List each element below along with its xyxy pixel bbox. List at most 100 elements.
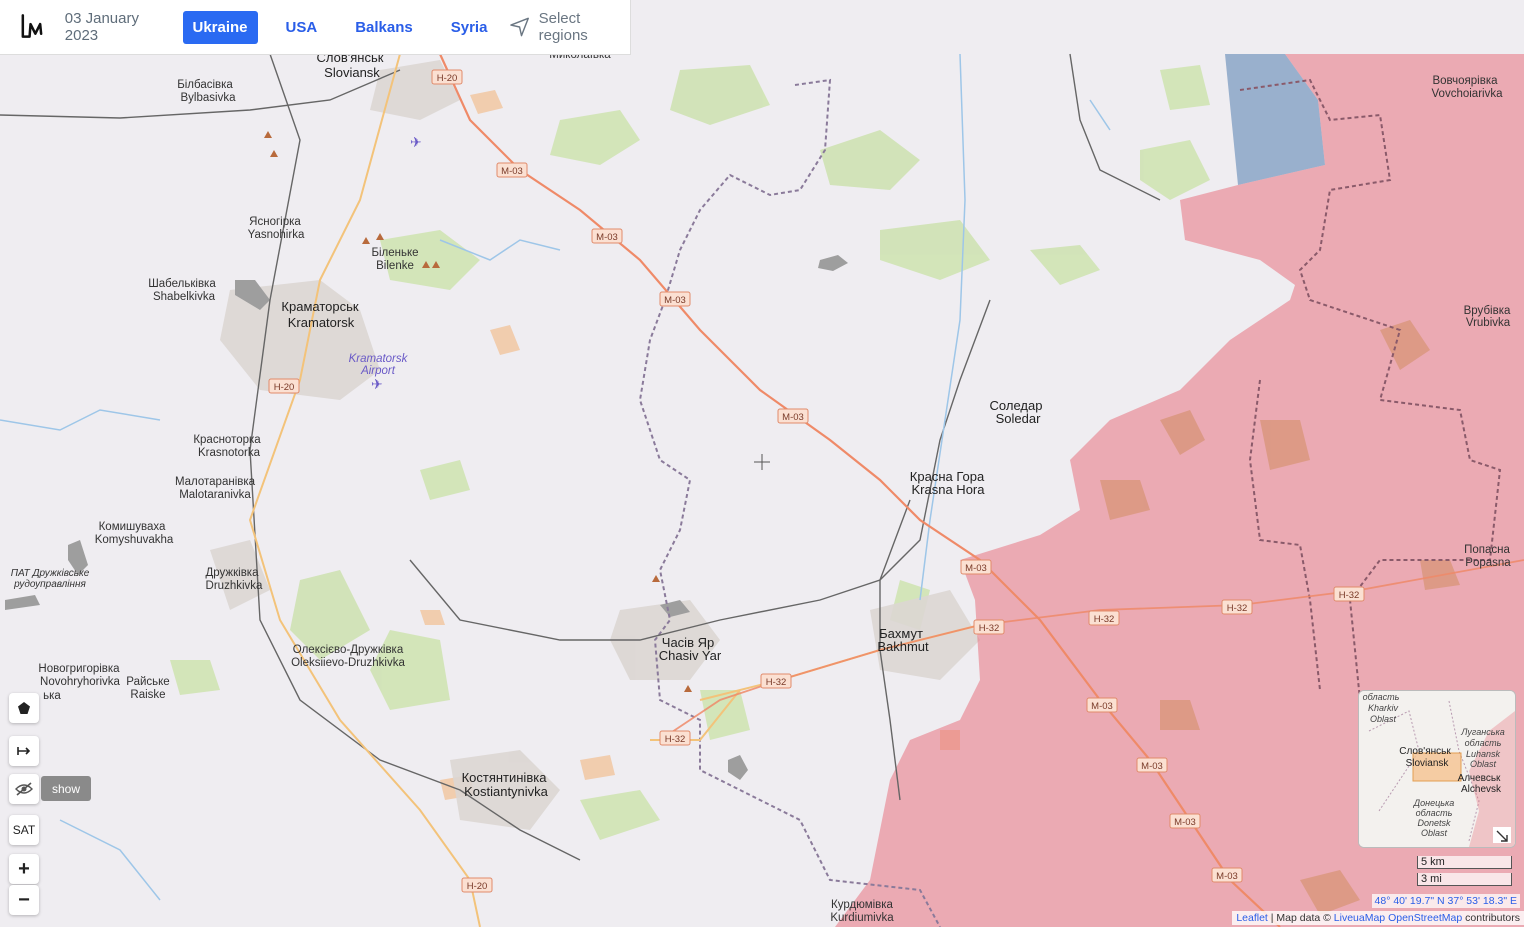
airport-icon: ✈ <box>371 376 383 392</box>
scale-km: 5 km <box>1417 856 1512 869</box>
svg-text:Луганська: Луганська <box>1460 727 1504 737</box>
show-button[interactable]: show <box>41 776 91 801</box>
liveuamap-link[interactable]: LiveuaMap <box>1334 912 1385 924</box>
tab-usa[interactable]: USA <box>276 11 328 44</box>
road-label-h20: H-20 <box>268 378 300 394</box>
place-label: ька <box>43 690 61 702</box>
draw-polygon-button[interactable] <box>9 693 39 723</box>
svg-text:Luhansk: Luhansk <box>1466 749 1501 759</box>
road-label-m03: M-03 <box>1211 867 1243 883</box>
svg-text:H-32: H-32 <box>1094 614 1115 625</box>
zoom-in-button[interactable]: + <box>9 854 39 884</box>
place-label: Shabelkivka <box>153 291 216 303</box>
road-label-h20: H-20 <box>461 877 493 893</box>
place-label: Kramatorsk <box>288 315 355 330</box>
tab-balkans[interactable]: Balkans <box>345 11 423 44</box>
svg-text:Oblast: Oblast <box>1470 759 1497 769</box>
place-label: Komyshuvakha <box>95 534 174 546</box>
place-label: Sloviansk <box>324 65 380 80</box>
place-label: Райське <box>126 676 169 688</box>
pentagon-icon <box>18 702 30 714</box>
place-label: Kostiantynivka <box>464 784 549 799</box>
svg-text:H-32: H-32 <box>979 623 1000 634</box>
svg-text:H-32: H-32 <box>1339 590 1360 601</box>
place-label: Вовчоярівка <box>1432 75 1498 87</box>
place-label: Yasnohirka <box>248 229 305 241</box>
place-label: Красноторка <box>193 434 261 446</box>
zoom-out-button[interactable]: − <box>9 885 39 915</box>
satellite-toggle-button[interactable]: SAT <box>9 815 39 845</box>
current-date[interactable]: 03 January 2023 <box>65 10 173 44</box>
svg-text:M-03: M-03 <box>1091 701 1113 712</box>
place-label: Bylbasivka <box>181 92 237 104</box>
arrow-right-bar-icon <box>17 747 31 755</box>
place-label: Vovchoiarivka <box>1432 88 1504 100</box>
svg-text:Слов'янськ: Слов'янськ <box>1399 746 1451 757</box>
place-label: Krasna Hora <box>912 482 986 497</box>
svg-text:M-03: M-03 <box>596 232 618 243</box>
svg-text:H-20: H-20 <box>467 881 488 892</box>
svg-text:H-20: H-20 <box>437 73 458 84</box>
tab-syria[interactable]: Syria <box>441 11 498 44</box>
svg-text:M-03: M-03 <box>1141 761 1163 772</box>
road-label-h32: H-32 <box>1088 610 1120 626</box>
place-label: Врубівка <box>1464 305 1511 317</box>
place-label: Новогригорівка <box>38 663 120 675</box>
road-label-m03: M-03 <box>496 162 528 178</box>
svg-text:M-03: M-03 <box>782 412 804 423</box>
svg-text:область: область <box>1465 738 1502 748</box>
hide-layer-button[interactable] <box>9 774 39 804</box>
svg-text:Donetsk: Donetsk <box>1417 818 1451 828</box>
place-label: Kramatorsk <box>349 353 409 365</box>
road-label-m03: M-03 <box>777 408 809 424</box>
place-label: рудоуправління <box>13 579 86 590</box>
road-label-h32: H-32 <box>1333 586 1365 602</box>
place-label: Krasnotorka <box>198 447 261 459</box>
place-label: Ясногірка <box>249 216 301 228</box>
road-label-m03: M-03 <box>1169 813 1201 829</box>
place-label: ПАТ Дружківське <box>11 568 90 579</box>
road-label-h32: H-32 <box>760 673 792 689</box>
leaflet-link[interactable]: Leaflet <box>1236 912 1268 924</box>
svg-text:M-03: M-03 <box>1174 817 1196 828</box>
place-label: Druzhkivka <box>206 580 263 592</box>
cursor-coordinates: 48° 40' 19.7" N 37° 53' 18.3" E <box>1371 894 1520 908</box>
svg-text:M-03: M-03 <box>965 563 987 574</box>
minimap[interactable]: область Kharkiv Oblast Луганська область… <box>1358 690 1516 848</box>
attribution-separator: | Map data © <box>1267 912 1334 924</box>
select-regions-label: Select regions <box>538 10 588 44</box>
select-regions-button[interactable]: Select regions <box>509 10 630 44</box>
place-label: Raiske <box>130 689 165 701</box>
top-bar: 03 January 2023 Ukraine USA Balkans Syri… <box>0 0 631 55</box>
place-label: Біленьке <box>371 247 418 259</box>
road-label-h20: H-20 <box>431 69 463 85</box>
osm-link[interactable]: OpenStreetMap <box>1388 912 1462 924</box>
place-label: Bakhmut <box>877 639 929 654</box>
place-label: Bilenke <box>376 260 414 272</box>
measure-button[interactable] <box>9 736 39 766</box>
map-canvas[interactable]: H-20 M-03 M-03 M-03 H-20 M-03 M-03 H-32 … <box>0 0 1524 927</box>
place-label: Краматорськ <box>281 299 358 314</box>
road-label-m03: M-03 <box>659 291 691 307</box>
road-label-m03: M-03 <box>1086 697 1118 713</box>
svg-text:Sloviansk: Sloviansk <box>1406 758 1450 769</box>
svg-text:область: область <box>1416 808 1453 818</box>
attribution-tail: contributors <box>1462 912 1520 924</box>
minimap-collapse-icon[interactable] <box>1493 827 1511 843</box>
place-label: Popasna <box>1465 557 1511 569</box>
svg-text:M-03: M-03 <box>1216 871 1238 882</box>
road-label-m03: M-03 <box>591 228 623 244</box>
svg-text:Oblast: Oblast <box>1421 828 1448 838</box>
place-label: Oleksiievo-Druzhkivka <box>291 657 405 669</box>
place-label: Комишуваха <box>99 521 166 533</box>
place-label: Chasiv Yar <box>659 648 722 663</box>
road-label-m03: M-03 <box>1136 757 1168 773</box>
liveuamap-logo-icon[interactable] <box>18 12 51 42</box>
road-label-h32: H-32 <box>973 619 1005 635</box>
airport-icon: ✈ <box>410 134 422 150</box>
road-label-h32: H-32 <box>659 730 691 746</box>
road-label-h32: H-32 <box>1221 599 1253 615</box>
place-label: Дружківка <box>205 567 259 579</box>
place-label: Soledar <box>996 411 1041 426</box>
tab-ukraine[interactable]: Ukraine <box>182 10 258 44</box>
